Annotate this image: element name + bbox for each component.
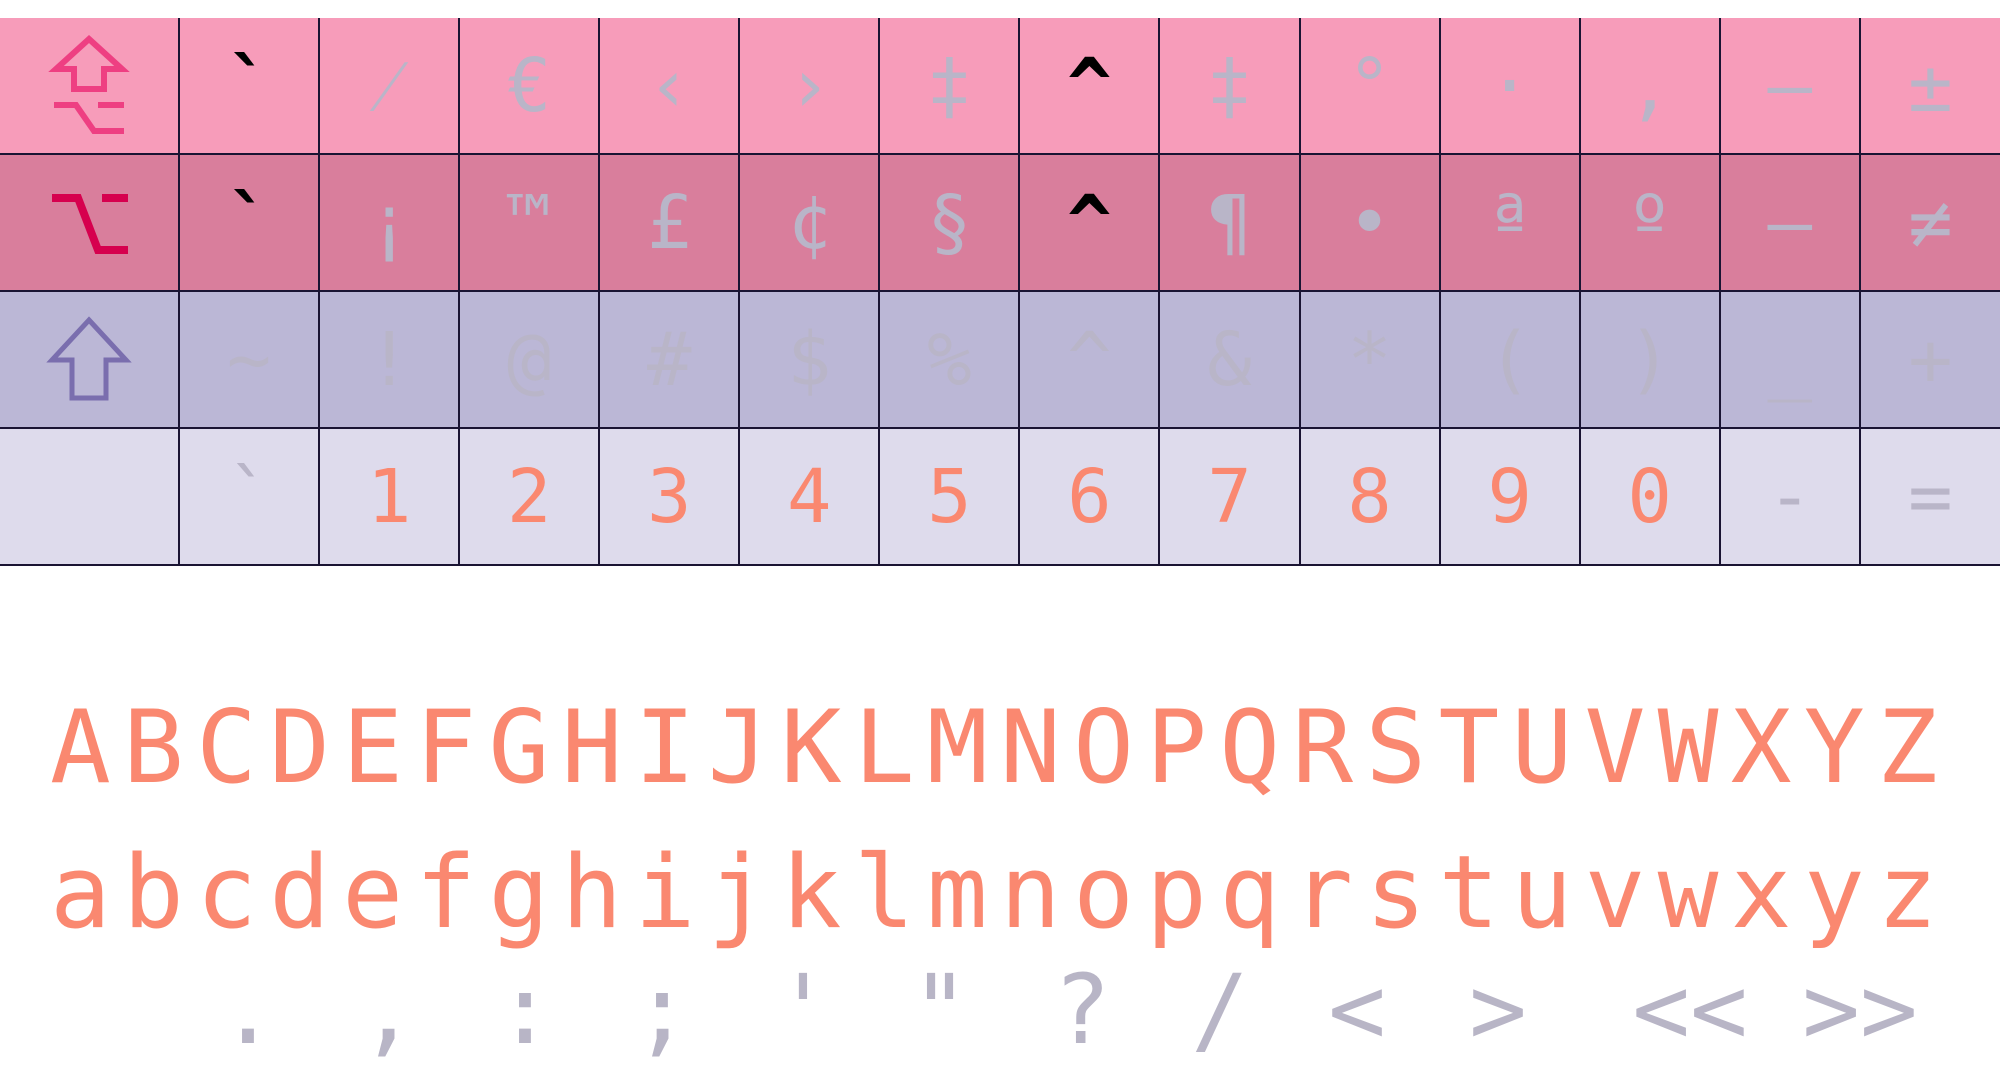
key-glyph: ‡ bbox=[1158, 18, 1301, 155]
key-glyph: ` bbox=[177, 153, 321, 292]
key-glyph: º bbox=[1578, 153, 1721, 292]
key-glyph: › bbox=[738, 18, 881, 155]
key-glyph: = bbox=[1858, 427, 2000, 566]
key-glyph: § bbox=[878, 153, 1021, 292]
key-glyph: ^ bbox=[1018, 18, 1161, 155]
key-glyph: 4 bbox=[738, 427, 881, 566]
key-glyph: ⁄ bbox=[318, 18, 461, 155]
key-glyph: # bbox=[598, 290, 741, 429]
key-glyph: 8 bbox=[1298, 427, 1441, 566]
shift-row: ~! @ # $% ^ & *() _ + bbox=[0, 290, 2000, 429]
key-glyph: ‚ bbox=[1578, 18, 1721, 155]
punctuation-glyph: << bbox=[1632, 954, 1748, 1066]
punctuation-glyph: . bbox=[219, 954, 277, 1066]
key-glyph: ¢ bbox=[738, 153, 881, 292]
punctuation-glyph: ' bbox=[774, 954, 832, 1066]
punctuation-glyph: > bbox=[1469, 954, 1527, 1066]
key-glyph: € bbox=[458, 18, 601, 155]
option-icon bbox=[0, 178, 178, 268]
punctuation-glyph: : bbox=[496, 954, 554, 1066]
key-glyph: 6 bbox=[1018, 427, 1161, 566]
key-glyph: ^ bbox=[1018, 153, 1161, 292]
shift-icon bbox=[0, 310, 178, 410]
key-glyph: ` bbox=[177, 427, 321, 566]
lowercase-alphabet: abcdefghijklmnopqrstuvwxyz bbox=[49, 833, 1950, 951]
punctuation-glyph: < bbox=[1328, 954, 1386, 1066]
punctuation-glyph: , bbox=[359, 954, 417, 1066]
key-glyph: £ bbox=[598, 153, 741, 292]
key-glyph: 2 bbox=[458, 427, 601, 566]
modifier-cell bbox=[0, 18, 180, 155]
key-glyph: ! bbox=[318, 290, 461, 429]
key-glyph: ± bbox=[1858, 18, 2000, 155]
key-glyph: @ bbox=[458, 290, 601, 429]
uppercase-alphabet: ABCDEFGHIJKLMNOPQRSTUVWXYZ bbox=[49, 688, 1950, 806]
key-glyph: - bbox=[1718, 427, 1861, 566]
key-glyph: ( bbox=[1438, 290, 1581, 429]
key-glyph: 3 bbox=[598, 427, 741, 566]
punctuation-glyph: " bbox=[911, 954, 969, 1066]
key-glyph: · bbox=[1438, 18, 1581, 155]
key-glyph: 7 bbox=[1158, 427, 1301, 566]
key-glyph: ≠ bbox=[1858, 153, 2000, 292]
punctuation-glyph: >> bbox=[1802, 954, 1918, 1066]
key-glyph: ™ bbox=[458, 153, 601, 292]
key-glyph: ) bbox=[1578, 290, 1721, 429]
punctuation-glyph: ? bbox=[1053, 954, 1111, 1066]
key-glyph: 0 bbox=[1578, 427, 1721, 566]
key-glyph: — bbox=[1718, 18, 1861, 155]
key-glyph: % bbox=[878, 290, 1021, 429]
key-glyph: ‡ bbox=[878, 18, 1021, 155]
punctuation-glyph: / bbox=[1191, 954, 1249, 1066]
key-glyph: + bbox=[1858, 290, 2000, 429]
key-glyph: ° bbox=[1298, 18, 1441, 155]
option-shift-icon bbox=[0, 31, 178, 141]
key-glyph: $ bbox=[738, 290, 881, 429]
key-glyph: ‹ bbox=[598, 18, 741, 155]
key-glyph: ª bbox=[1438, 153, 1581, 292]
base-row: ` 1 2 3 4 5 6 7 8 9 0- = bbox=[0, 427, 2000, 566]
modifier-cell bbox=[0, 153, 180, 292]
punctuation-row: .,:; ' "? / < > << >> bbox=[0, 955, 2000, 1065]
keyboard-glyph-table: ` ⁄ € ‹ › ‡ ^ ‡ ° · ‚ — ± ` ¡ ™ £ ¢ § ^ ¶ • ª º – ≠ ~! @ # $% ^ & *() _ + `… bbox=[0, 18, 2000, 566]
modifier-cell bbox=[0, 427, 180, 566]
key-glyph: – bbox=[1718, 153, 1861, 292]
key-glyph: 5 bbox=[878, 427, 1021, 566]
option-row: ` ¡ ™ £ ¢ § ^ ¶ • ª º – ≠ bbox=[0, 153, 2000, 292]
key-glyph: 9 bbox=[1438, 427, 1581, 566]
key-glyph: _ bbox=[1718, 290, 1861, 429]
key-glyph: ~ bbox=[177, 290, 321, 429]
key-glyph: & bbox=[1158, 290, 1301, 429]
key-glyph: * bbox=[1298, 290, 1441, 429]
option-shift-row: ` ⁄ € ‹ › ‡ ^ ‡ ° · ‚ — ± bbox=[0, 18, 2000, 155]
key-glyph: • bbox=[1298, 153, 1441, 292]
key-glyph: ¡ bbox=[318, 153, 461, 292]
key-glyph: 1 bbox=[318, 427, 461, 566]
key-glyph: ¶ bbox=[1158, 153, 1301, 292]
key-glyph: ` bbox=[177, 18, 321, 155]
modifier-cell bbox=[0, 290, 180, 429]
key-glyph: ^ bbox=[1018, 290, 1161, 429]
punctuation-glyph: ; bbox=[633, 954, 691, 1066]
